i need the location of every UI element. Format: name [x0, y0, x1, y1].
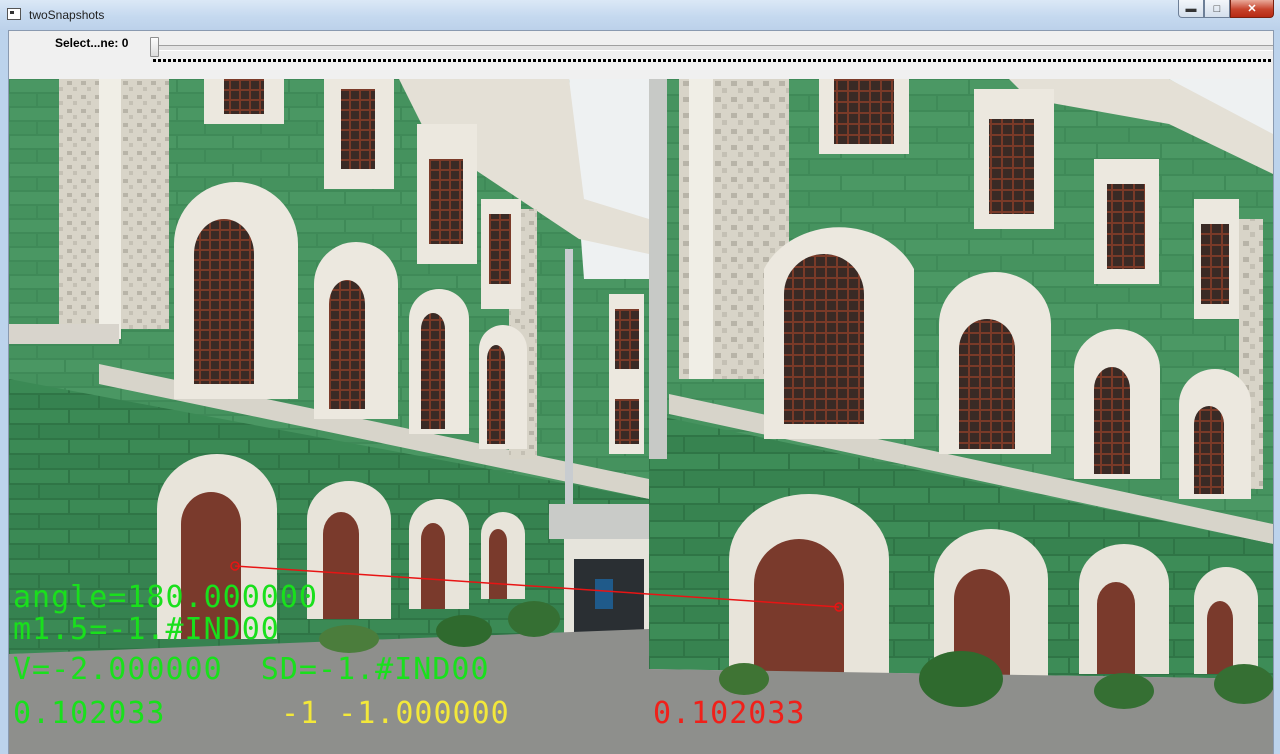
close-button[interactable]: ✕ — [1230, 0, 1274, 18]
trackbar-ticks — [153, 59, 1273, 62]
trackbar-thumb[interactable] — [150, 37, 159, 57]
v-sd-readout: V=-2.000000 SD=-1.#IND00 — [13, 652, 490, 687]
app-icon — [7, 8, 21, 20]
image-canvas: angle=180.000000 m1.5=-1.#IND00 V=-2.000… — [9, 79, 1273, 754]
left-score-readout: 0.102033 — [13, 696, 166, 731]
window-frame: Select...ne: 0 angle=180.000000 m1.5=-1.… — [0, 30, 1280, 754]
maximize-button[interactable]: □ — [1204, 0, 1230, 18]
m15-readout: m1.5=-1.#IND00 — [13, 612, 280, 647]
trackbar-track[interactable] — [153, 45, 1273, 51]
right-score-readout: 0.102033 — [653, 696, 806, 731]
minimize-button[interactable]: ▬ — [1178, 0, 1204, 18]
title-bar: twoSnapshots ▬ □ ✕ — [0, 0, 1280, 30]
angle-readout: angle=180.000000 — [13, 580, 318, 615]
window-controls: ▬ □ ✕ — [1178, 0, 1274, 19]
keypoint-match-line — [234, 565, 840, 608]
window-client: Select...ne: 0 angle=180.000000 m1.5=-1.… — [8, 30, 1274, 754]
trackbar-label: Select...ne: 0 — [55, 36, 129, 50]
match-index-readout: -1 -1.000000 — [281, 696, 510, 731]
window-title: twoSnapshots — [29, 8, 105, 22]
trackbar-panel: Select...ne: 0 — [9, 31, 1273, 79]
